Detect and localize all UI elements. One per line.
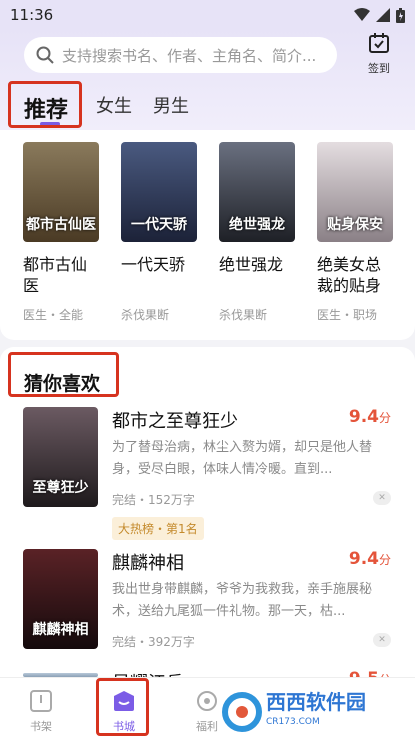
watermark-title: 西西软件园 <box>266 690 366 714</box>
status-time: 11:36 <box>10 6 54 24</box>
status-bar: 11:36 <box>0 0 415 30</box>
score-unit: 分 <box>378 411 391 425</box>
search-placeholder: 支持搜索书名、作者、主角名、简介... <box>62 46 317 65</box>
highlight-box-recommend-tab <box>8 81 82 128</box>
wifi-icon <box>354 8 370 21</box>
cover-title: 麒麟神相 <box>32 622 89 638</box>
book-tags: 杀伐果断 <box>121 308 170 322</box>
tab-female[interactable]: 女生 <box>96 92 132 118</box>
book-title: 一代天骄 <box>121 255 186 274</box>
score-value: 9.4 <box>348 549 379 569</box>
book-title: 绝世强龙 <box>219 255 284 274</box>
book-cover: 绝世强龙 <box>219 142 295 242</box>
cover-title: 都市古仙医 <box>26 217 96 233</box>
score-value: 9.4 <box>348 407 379 427</box>
book-card[interactable]: 绝世强龙 绝世强龙 杀伐果断 <box>219 142 297 323</box>
highlight-box-bookstore <box>96 678 149 736</box>
recommend-section: 都市古仙医 都市古仙医 医生・全能 一代天骄 一代天骄 杀伐果断 绝世强龙 绝世… <box>0 130 415 340</box>
book-score: 9.4分 <box>349 407 391 427</box>
book-title: 都市古仙医 <box>23 255 88 295</box>
book-card[interactable]: 贴身保安 绝美女总裁的贴身 医生・职场 <box>317 142 395 323</box>
book-card[interactable]: 一代天骄 一代天骄 杀伐果断 <box>121 142 199 323</box>
dismiss-icon[interactable]: ✕ <box>373 633 391 647</box>
book-info: 完结・392万字 <box>112 635 195 649</box>
calendar-check-icon <box>369 33 389 53</box>
book-cover: 都市古仙医 <box>23 142 99 242</box>
checkin-button[interactable]: 签到 <box>362 32 396 76</box>
rank-badge: 大热榜・第1名 <box>112 517 204 540</box>
book-tags: 医生・职场 <box>317 308 378 322</box>
book-title: 星耀江岳 <box>112 669 184 677</box>
highlight-box-guess-title <box>8 352 119 397</box>
dismiss-icon[interactable]: ✕ <box>373 491 391 505</box>
watermark-text: 西西软件园 CR173.COM <box>266 692 366 732</box>
book-tags: 杀伐果断 <box>219 308 268 322</box>
book-description: 为了替母治病，林尘入赘为婿，却只是他人替身，受尽白眼，体味人情冷暖。直到... <box>112 440 373 477</box>
nav-bookshelf[interactable]: 书架 <box>16 690 66 734</box>
book-description: 我出世身带麒麟，爷爷为我救我，亲手施展秘术，送给九尾狐一件礼物。那一天，枯... <box>112 582 373 619</box>
checkin-label: 签到 <box>368 62 390 75</box>
cover-title: 至尊狂少 <box>32 480 89 496</box>
book-info: 完结・152万字 <box>112 493 195 507</box>
watermark-icon <box>222 692 262 732</box>
nav-label: 书架 <box>30 720 52 733</box>
status-icons <box>354 7 405 23</box>
watermark-logo: 西西软件园 CR173.COM <box>222 690 412 734</box>
book-score: 9.5分 <box>349 669 391 677</box>
watermark-subtitle: CR173.COM <box>266 717 320 727</box>
cover-title: 贴身保安 <box>327 217 383 233</box>
book-tags: 医生・全能 <box>23 308 84 322</box>
cover-title: 绝世强龙 <box>229 217 285 233</box>
book-cover: 一代天骄 <box>121 142 197 242</box>
book-title: 麒麟神相 <box>112 553 184 574</box>
book-cover: 麒麟神相 <box>23 549 98 649</box>
tab-male[interactable]: 男生 <box>153 92 189 118</box>
book-title: 绝美女总裁的贴身 <box>317 255 382 295</box>
cover-title: 一代天骄 <box>131 217 187 233</box>
book-title: 都市之至尊狂少 <box>112 411 238 432</box>
score-unit: 分 <box>378 553 391 567</box>
welfare-icon <box>197 691 217 711</box>
book-card[interactable]: 都市古仙医 都市古仙医 医生・全能 <box>23 142 101 323</box>
book-cover: 贴身保安 <box>317 142 393 242</box>
battery-icon <box>396 7 405 23</box>
book-score: 9.4分 <box>349 549 391 569</box>
score-value: 9.5 <box>349 669 379 677</box>
search-input[interactable]: 支持搜索书名、作者、主角名、简介... <box>24 37 337 73</box>
signal-icon <box>376 8 390 22</box>
bookshelf-icon <box>30 690 52 712</box>
search-icon <box>36 46 54 64</box>
book-cover: 至尊狂少 <box>23 407 98 507</box>
